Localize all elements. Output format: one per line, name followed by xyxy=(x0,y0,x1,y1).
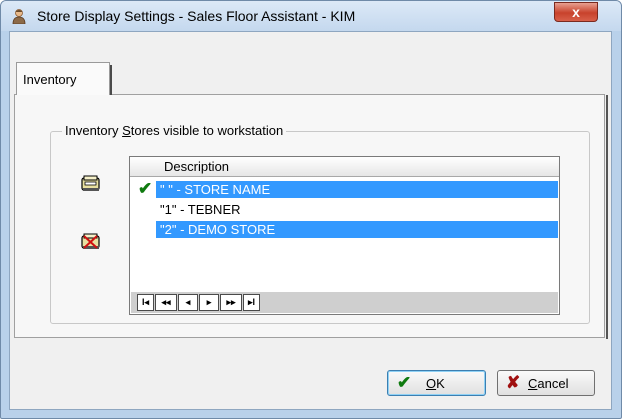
nav-last-button[interactable]: ▸I xyxy=(243,294,260,311)
tab-edge xyxy=(110,65,112,95)
list-item-label: "2" - DEMO STORE xyxy=(156,221,558,238)
ok-button[interactable]: ✔ OK xyxy=(387,370,486,396)
checkmark-icon: ✔ xyxy=(397,373,412,392)
close-button[interactable]: x xyxy=(554,2,598,22)
first-record-icon: I◂ xyxy=(141,297,150,307)
next-record-icon: ▸ xyxy=(206,297,212,307)
window-title: Store Display Settings - Sales Floor Ass… xyxy=(37,8,356,24)
check-icon: ✔ xyxy=(138,179,153,198)
nav-prior-page-button[interactable]: ◂◂ xyxy=(155,294,177,311)
list-item-label: " " - STORE NAME xyxy=(156,181,558,198)
nav-next-button[interactable]: ▸ xyxy=(199,294,219,311)
prior-record-icon: ◂ xyxy=(185,297,191,307)
add-store-icon[interactable] xyxy=(81,175,101,193)
record-navigator: I◂ ◂◂ ◂ ▸ ▸▸ ▸I xyxy=(131,292,558,313)
list-item[interactable]: "1" - TEBNER xyxy=(130,201,559,218)
panel-shadow xyxy=(606,95,608,339)
list-item[interactable]: ✔ " " - STORE NAME xyxy=(130,179,559,198)
list-item-label: "1" - TEBNER xyxy=(160,202,241,217)
title-bar[interactable]: Store Display Settings - Sales Floor Ass… xyxy=(1,1,621,31)
cancel-button[interactable]: ✘ Cancel xyxy=(497,370,595,396)
column-header-label: Description xyxy=(164,159,230,174)
last-record-icon: ▸I xyxy=(247,297,256,307)
cancel-x-icon: ✘ xyxy=(506,373,521,392)
group-label: Inventory Stores visible to workstation xyxy=(62,123,287,138)
nav-next-page-button[interactable]: ▸▸ xyxy=(220,294,242,311)
tab-inventory[interactable]: Inventory xyxy=(16,62,112,95)
list-item[interactable]: "2" - DEMO STORE xyxy=(130,221,559,238)
remove-store-icon[interactable] xyxy=(81,233,101,251)
stores-list[interactable]: Description ✔ " " - STORE NAME "1" - TEB… xyxy=(129,156,560,315)
cancel-button-label: Cancel xyxy=(528,376,569,391)
close-icon: x xyxy=(572,4,580,20)
prior-page-icon: ◂◂ xyxy=(161,297,171,307)
nav-first-button[interactable]: I◂ xyxy=(137,294,154,311)
nav-prior-button[interactable]: ◂ xyxy=(178,294,198,311)
tab-inventory-label: Inventory xyxy=(23,72,77,87)
user-icon xyxy=(12,9,26,24)
ok-button-label: OK xyxy=(426,376,445,391)
column-header-description[interactable]: Description xyxy=(130,157,559,177)
next-page-icon: ▸▸ xyxy=(226,297,236,307)
